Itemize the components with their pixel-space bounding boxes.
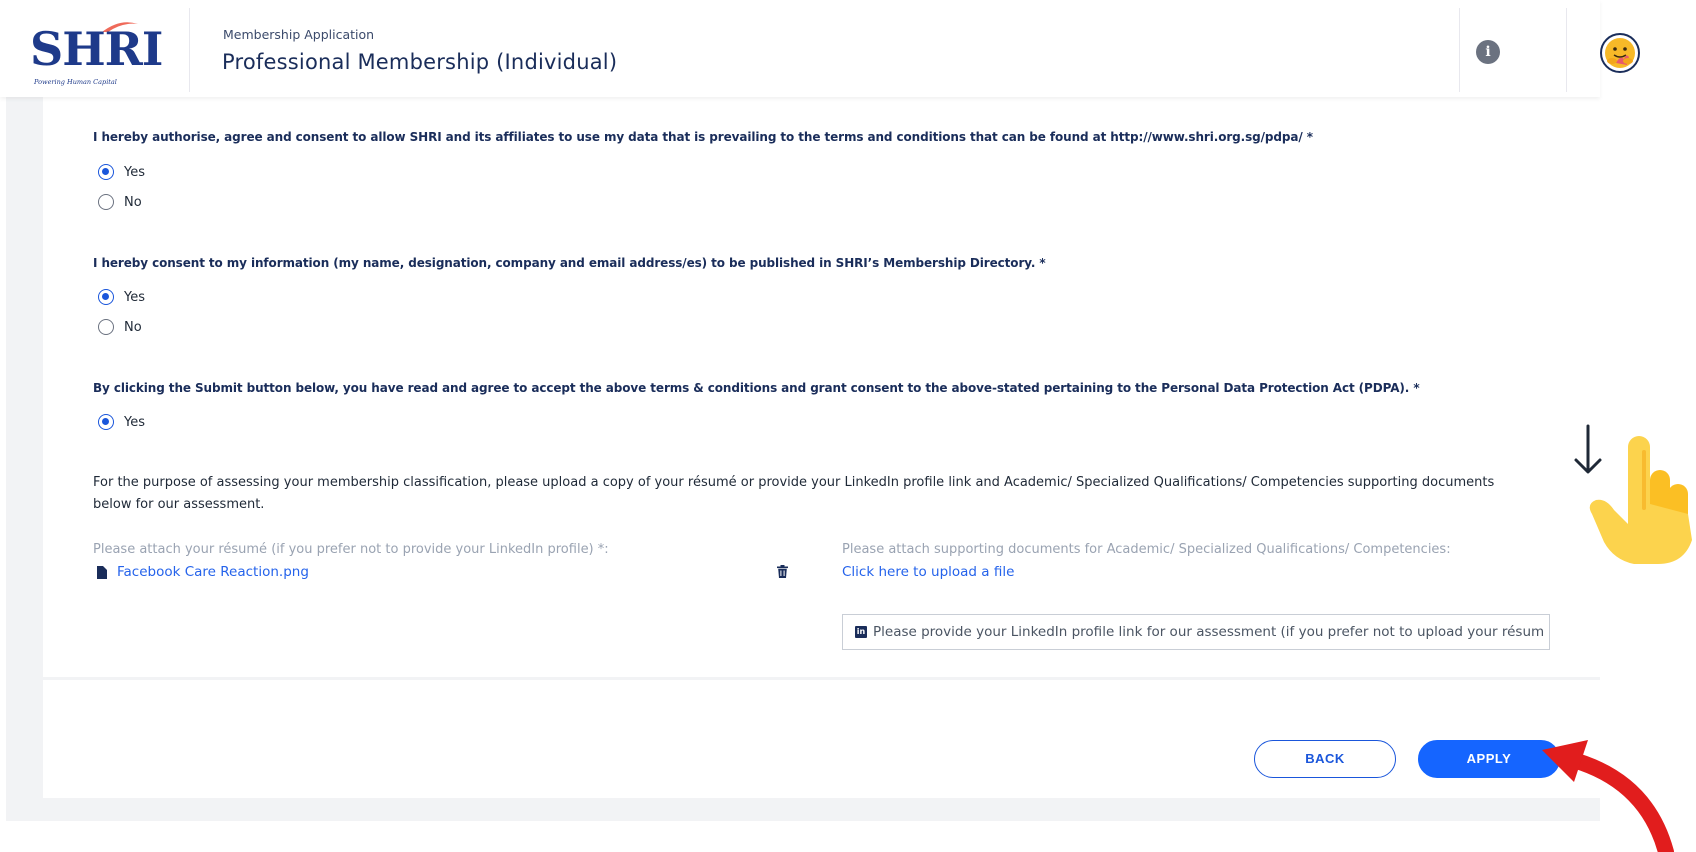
radio-label: No	[124, 319, 142, 335]
radio-label: Yes	[124, 164, 145, 180]
upload-file-link[interactable]: Click here to upload a file	[842, 564, 1014, 580]
linkedin-placeholder: Please provide your LinkedIn profile lin…	[873, 624, 1545, 640]
file-icon	[97, 565, 107, 579]
consent-data-use-no[interactable]: No	[98, 194, 142, 210]
consent-question-data-use: I hereby authorise, agree and consent to…	[93, 130, 1313, 144]
pointing-hand-icon	[1589, 436, 1692, 564]
page-subtitle: Membership Application	[223, 27, 375, 42]
logo-tagline: Powering Human Capital	[34, 78, 117, 86]
assessment-instructions: For the purpose of assessing your member…	[93, 475, 1495, 512]
linkedin-input[interactable]: in Please provide your LinkedIn profile …	[842, 614, 1550, 650]
radio-selected-icon[interactable]	[98, 414, 114, 430]
linkedin-icon: in	[855, 626, 867, 638]
consent-question-directory: I hereby consent to my information (my n…	[93, 256, 1046, 270]
actions-card	[43, 680, 1600, 798]
header-divider	[1459, 8, 1460, 92]
radio-label: Yes	[124, 414, 145, 430]
logo-text: SHRI	[30, 22, 163, 76]
resume-file-name[interactable]: Facebook Care Reaction.png	[117, 564, 309, 580]
radio-label: No	[124, 194, 142, 210]
consent-question-pdpa: By clicking the Submit button below, you…	[93, 381, 1420, 395]
logo[interactable]: SHRI Powering Human Capital	[0, 8, 190, 92]
consent-pdpa-yes[interactable]: Yes	[98, 414, 145, 430]
resume-label: Please attach your résumé (if you prefer…	[93, 542, 609, 557]
trash-icon[interactable]	[777, 565, 788, 578]
radio-selected-icon[interactable]	[98, 289, 114, 305]
page-title: Professional Membership (Individual)	[222, 50, 618, 74]
radio-unselected-icon[interactable]	[98, 319, 114, 335]
consent-directory-no[interactable]: No	[98, 319, 142, 335]
back-button[interactable]: BACK	[1254, 740, 1396, 778]
avatar[interactable]	[1600, 33, 1640, 73]
care-reaction-avatar-icon	[1605, 38, 1635, 68]
radio-label: Yes	[124, 289, 145, 305]
app-header: SHRI Powering Human Capital Membership A…	[0, 0, 1640, 97]
info-icon[interactable]: i	[1476, 40, 1500, 64]
consent-data-use-yes[interactable]: Yes	[98, 164, 145, 180]
supporting-docs-label: Please attach supporting documents for A…	[842, 542, 1451, 557]
consent-directory-yes[interactable]: Yes	[98, 289, 145, 305]
radio-unselected-icon[interactable]	[98, 194, 114, 210]
curved-red-arrow-icon	[1542, 740, 1674, 852]
header-divider	[1566, 8, 1567, 92]
resume-file-link[interactable]: Facebook Care Reaction.png	[97, 564, 309, 580]
radio-selected-icon[interactable]	[98, 164, 114, 180]
